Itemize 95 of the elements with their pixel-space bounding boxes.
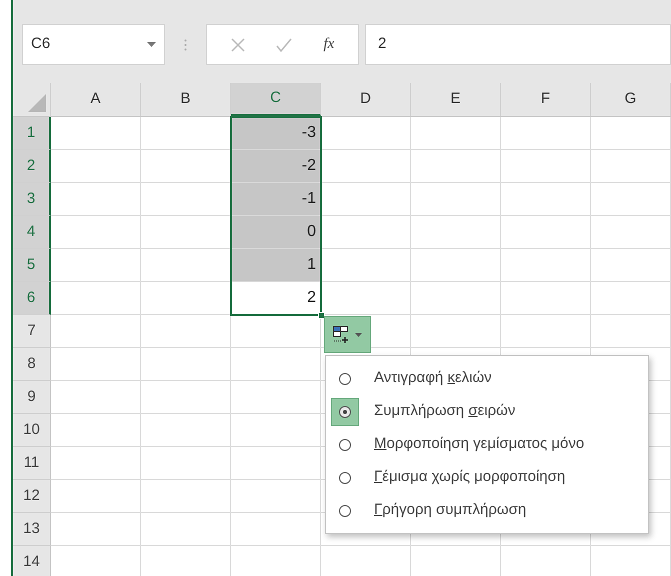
cell[interactable] [501, 216, 591, 249]
cell[interactable] [501, 183, 591, 216]
menu-item[interactable]: Συμπλήρωση σειρών [374, 400, 516, 423]
insert-function-button[interactable]: fx [323, 33, 334, 56]
grip-icon [184, 39, 187, 51]
cell[interactable] [51, 282, 141, 315]
cell[interactable] [411, 216, 501, 249]
cell[interactable] [591, 315, 671, 348]
cell[interactable] [411, 117, 501, 150]
column-header[interactable]: F [501, 83, 591, 116]
fill-series-icon [333, 326, 350, 344]
row-header[interactable]: 14 [13, 546, 51, 576]
cell[interactable] [51, 447, 141, 480]
name-box[interactable]: C6 [22, 24, 165, 65]
cell[interactable] [411, 150, 501, 183]
column-header[interactable]: A [51, 83, 141, 116]
menu-item[interactable]: Μορφοποίηση γεμίσματος μόνο [374, 433, 584, 456]
cell[interactable] [501, 282, 591, 315]
cell[interactable]: 1 [231, 249, 321, 282]
cell[interactable] [51, 216, 141, 249]
cell[interactable]: 0 [231, 216, 321, 249]
close-icon[interactable] [230, 38, 245, 52]
cell[interactable] [321, 183, 411, 216]
cell[interactable] [141, 480, 231, 513]
row-header[interactable]: 1 [13, 117, 51, 150]
row-header[interactable]: 4 [13, 216, 51, 249]
cell[interactable] [51, 513, 141, 546]
cell[interactable] [501, 117, 591, 150]
row-header[interactable]: 10 [13, 414, 51, 447]
row-header[interactable]: 5 [13, 249, 51, 282]
cell[interactable] [321, 216, 411, 249]
cell[interactable]: -2 [231, 150, 321, 183]
cell[interactable] [501, 249, 591, 282]
cell[interactable] [51, 414, 141, 447]
menu-item[interactable]: Γρήγορη συμπλήρωση [374, 499, 526, 522]
cell[interactable] [141, 513, 231, 546]
cell[interactable] [411, 249, 501, 282]
row-header[interactable]: 9 [13, 381, 51, 414]
dropdown-caret-icon [147, 42, 156, 47]
cell[interactable] [411, 282, 501, 315]
cell[interactable] [51, 249, 141, 282]
cell[interactable] [141, 348, 231, 381]
row-header[interactable]: 13 [13, 513, 51, 546]
cell[interactable] [141, 381, 231, 414]
auto-fill-options-menu[interactable] [324, 316, 371, 353]
cell[interactable]: -3 [231, 117, 321, 150]
cell[interactable] [231, 414, 321, 447]
cell[interactable] [501, 315, 591, 348]
cell[interactable] [321, 150, 411, 183]
cell[interactable] [591, 249, 671, 282]
cell[interactable] [591, 216, 671, 249]
cell[interactable] [231, 348, 321, 381]
column-header[interactable]: G [591, 83, 671, 116]
cell[interactable] [231, 381, 321, 414]
cell[interactable] [231, 513, 321, 546]
menu-item[interactable]: Αντιγραφή κελιών [374, 367, 492, 390]
cell[interactable] [411, 183, 501, 216]
cell[interactable]: -1 [231, 183, 321, 216]
cell[interactable] [591, 183, 671, 216]
row-header[interactable]: 8 [13, 348, 51, 381]
row-header[interactable]: 3 [13, 183, 51, 216]
cell[interactable] [141, 315, 231, 348]
row-header[interactable]: 11 [13, 447, 51, 480]
radio-button[interactable] [331, 398, 359, 426]
row-header[interactable]: 2 [13, 150, 51, 183]
column-header[interactable]: D [321, 83, 411, 116]
cell[interactable] [51, 150, 141, 183]
cell[interactable] [321, 117, 411, 150]
cell[interactable] [501, 150, 591, 183]
cell[interactable] [51, 348, 141, 381]
cell[interactable] [231, 480, 321, 513]
select-all-icon[interactable] [28, 94, 46, 112]
cell[interactable] [141, 414, 231, 447]
cell[interactable] [591, 117, 671, 150]
fill-handle[interactable] [318, 312, 325, 319]
row-header[interactable]: 6 [13, 282, 51, 315]
cell[interactable] [591, 282, 671, 315]
cell[interactable] [141, 447, 231, 480]
row-header[interactable]: 12 [13, 480, 51, 513]
caret-icon [355, 332, 362, 336]
cell[interactable] [51, 381, 141, 414]
check-icon[interactable] [276, 38, 292, 52]
row-header[interactable]: 7 [13, 315, 51, 348]
column-header[interactable]: E [411, 83, 501, 116]
cell[interactable] [591, 150, 671, 183]
column-header[interactable]: C [231, 83, 321, 116]
cell[interactable] [231, 447, 321, 480]
cell[interactable] [321, 249, 411, 282]
cell[interactable] [411, 315, 501, 348]
formula-field[interactable]: 2 [365, 24, 671, 65]
menu-item[interactable]: Γέμισμα χωρίς μορφοποίηση [374, 466, 566, 489]
cell[interactable] [51, 315, 141, 348]
cell[interactable] [51, 117, 141, 150]
cell[interactable] [51, 183, 141, 216]
cell[interactable] [51, 480, 141, 513]
